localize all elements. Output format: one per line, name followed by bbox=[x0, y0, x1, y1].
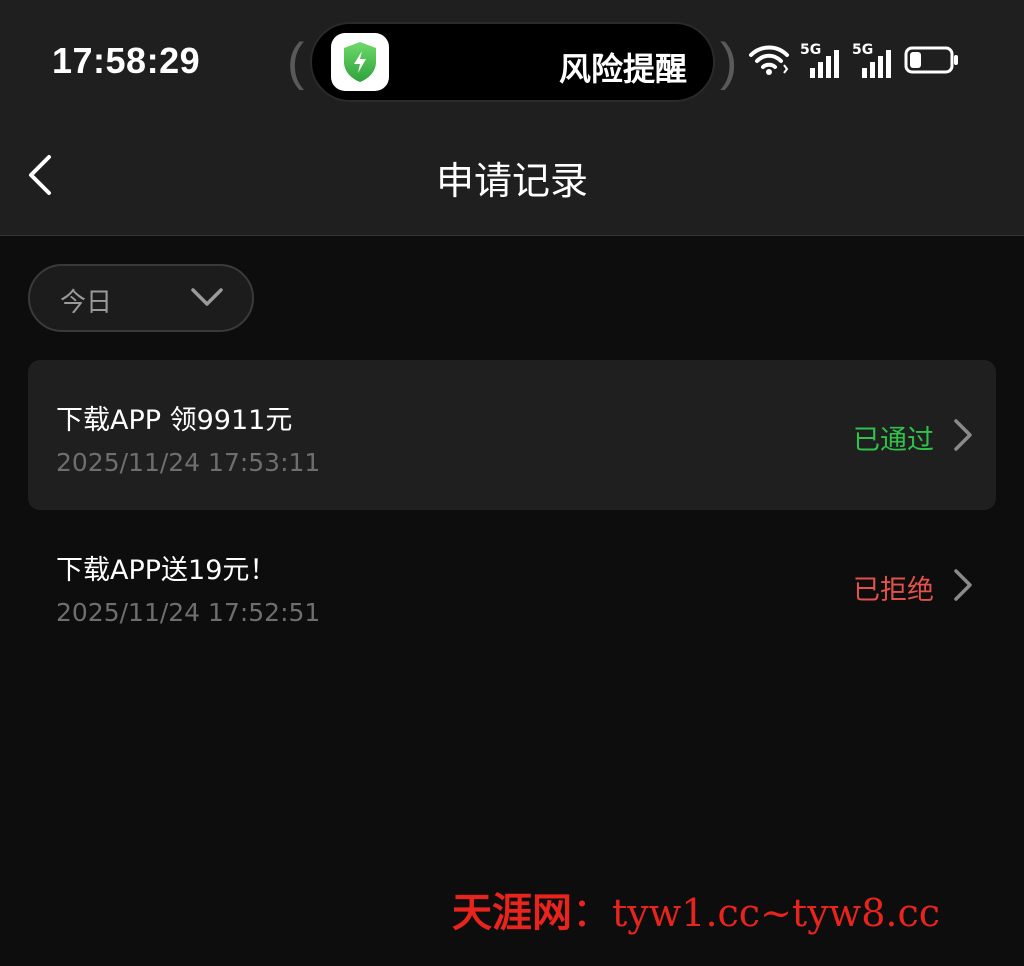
chevron-right-icon bbox=[954, 419, 972, 451]
watermark: 天涯网：tyw1.cc~tyw8.cc bbox=[452, 880, 940, 938]
record-time: 2025/11/24 17:52:51 bbox=[56, 598, 321, 627]
island-text: 风险提醒 bbox=[558, 50, 687, 88]
watermark-name: 天涯网 bbox=[452, 889, 572, 936]
record-title: 下载APP 领9911元 bbox=[56, 405, 293, 436]
record-title: 下载APP送19元！ bbox=[56, 555, 277, 586]
date-filter-label: 今日 bbox=[60, 288, 113, 318]
dynamic-island-notification[interactable]: 风险提醒 bbox=[310, 22, 715, 102]
status-icons: 5G 5G bbox=[748, 42, 970, 82]
record-item[interactable]: 下载APP 领9911元 2025/11/24 17:53:11 已通过 bbox=[28, 360, 996, 510]
chevron-down-icon bbox=[191, 288, 223, 306]
watermark-url: tyw1.cc~tyw8.cc bbox=[612, 891, 941, 935]
island-right-bracket: ) bbox=[720, 33, 738, 91]
page-title: 申请记录 bbox=[435, 159, 588, 203]
record-status: 已拒绝 bbox=[853, 575, 934, 606]
signal-5g-icon: 5G bbox=[852, 42, 894, 80]
chevron-right-icon bbox=[954, 569, 972, 601]
battery-icon bbox=[904, 45, 960, 79]
record-status: 已通过 bbox=[853, 425, 934, 456]
watermark-separator: ： bbox=[572, 890, 612, 936]
record-time: 2025/11/24 17:53:11 bbox=[56, 448, 321, 477]
record-item[interactable]: 下载APP送19元！ 2025/11/24 17:52:51 已拒绝 bbox=[28, 510, 996, 660]
wifi-icon bbox=[748, 43, 790, 81]
status-bar: 17:58:29 ( 风险提醒 ) 5G 5G bbox=[0, 0, 1024, 120]
nav-bar: 申请记录 bbox=[0, 120, 1024, 236]
date-filter-dropdown[interactable]: 今日 bbox=[28, 264, 254, 332]
island-left-bracket: ( bbox=[287, 33, 305, 91]
signal-5g-icon: 5G bbox=[800, 42, 842, 80]
shield-lightning-icon bbox=[331, 33, 389, 91]
status-time: 17:58:29 bbox=[52, 40, 201, 81]
